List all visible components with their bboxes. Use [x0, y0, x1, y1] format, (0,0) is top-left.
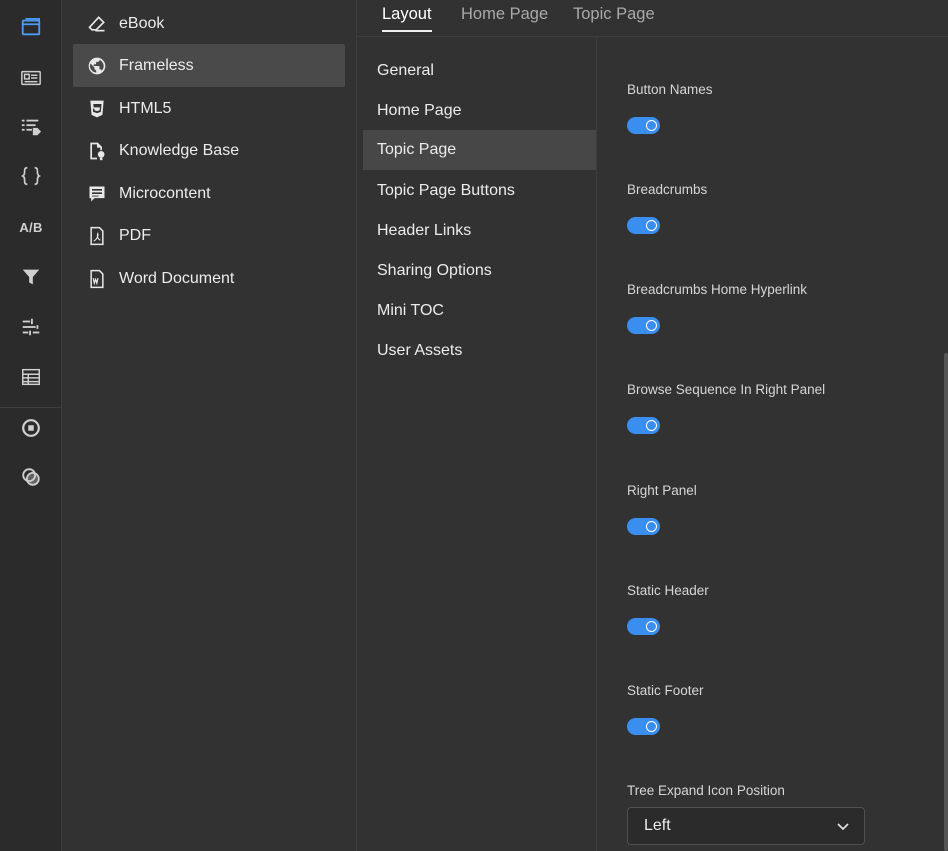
- output-presets-panel: eBook Frameless HTML5 Knowledge Base Mic…: [62, 0, 357, 851]
- subnav-item-mini-toc[interactable]: Mini TOC: [363, 291, 596, 331]
- toggle-knob: [646, 720, 657, 732]
- subnav-item-header-links[interactable]: Header Links: [363, 211, 596, 251]
- subnav-item-topic-page-buttons[interactable]: Topic Page Buttons: [363, 171, 596, 211]
- subnav-item-sharing-options[interactable]: Sharing Options: [363, 251, 596, 291]
- toggle-static-footer[interactable]: [627, 718, 660, 735]
- eraser-icon: [85, 12, 109, 36]
- filter-icon[interactable]: [16, 262, 46, 292]
- output-item-pdf[interactable]: PDF: [73, 214, 345, 257]
- table-icon[interactable]: [16, 362, 46, 392]
- output-list-icon[interactable]: [16, 63, 46, 93]
- setting-label-button-names: Button Names: [627, 82, 713, 97]
- tree-expand-position-select[interactable]: Left: [627, 807, 865, 845]
- globe-icon: [85, 54, 109, 78]
- toggle-breadcrumbs-home-hyperlink[interactable]: [627, 317, 660, 334]
- braces-icon[interactable]: [16, 161, 46, 191]
- toggle-browse-sequence[interactable]: [627, 417, 660, 434]
- setting-label-breadcrumbs-home-hyperlink: Breadcrumbs Home Hyperlink: [627, 282, 808, 297]
- tags-icon[interactable]: [16, 112, 46, 142]
- sliders-icon[interactable]: [16, 312, 46, 342]
- toggle-right-panel[interactable]: [627, 518, 660, 535]
- toggle-knob: [646, 620, 657, 632]
- knowledge-base-icon: [85, 139, 109, 163]
- word-icon: [85, 267, 109, 291]
- output-item-word-document[interactable]: Word Document: [73, 257, 345, 300]
- output-item-frameless[interactable]: Frameless: [73, 44, 345, 87]
- tab-topic-page[interactable]: Topic Page: [573, 5, 655, 32]
- chevron-down-icon: [837, 823, 849, 831]
- ab-test-icon[interactable]: A/B: [16, 212, 46, 242]
- settings-tabs: Layout Home Page Topic Page: [357, 0, 948, 37]
- setting-label-right-panel: Right Panel: [627, 483, 697, 498]
- stop-icon[interactable]: [16, 413, 46, 443]
- toggle-knob: [646, 319, 657, 331]
- active-tab-indicator: [382, 30, 432, 32]
- tab-layout[interactable]: Layout: [382, 5, 432, 32]
- toggle-button-names[interactable]: [627, 117, 660, 134]
- subnav-item-user-assets[interactable]: User Assets: [363, 331, 596, 371]
- window-icon[interactable]: [16, 12, 46, 42]
- setting-label-static-footer: Static Footer: [627, 683, 704, 698]
- toggle-knob: [646, 419, 657, 431]
- icon-rail: A/B: [0, 0, 62, 851]
- subnav-item-general[interactable]: General: [363, 51, 596, 91]
- rail-divider: [0, 407, 61, 408]
- pdf-icon: [85, 224, 109, 248]
- subnav-item-topic-page[interactable]: Topic Page: [363, 130, 596, 170]
- output-item-ebook[interactable]: eBook: [73, 2, 345, 45]
- output-item-knowledge-base[interactable]: Knowledge Base: [73, 129, 345, 172]
- setting-label-breadcrumbs: Breadcrumbs: [627, 182, 708, 197]
- overlap-icon[interactable]: [16, 462, 46, 492]
- layout-subnav: General Home Page Topic Page Topic Page …: [357, 37, 597, 851]
- setting-label-static-header: Static Header: [627, 583, 709, 598]
- output-item-microcontent[interactable]: Microcontent: [73, 172, 345, 215]
- topic-page-settings: Button Names Breadcrumbs Breadcrumbs Hom…: [597, 37, 948, 851]
- toggle-breadcrumbs[interactable]: [627, 217, 660, 234]
- setting-label-browse-sequence: Browse Sequence In Right Panel: [627, 382, 826, 397]
- toggle-static-header[interactable]: [627, 618, 660, 635]
- toggle-knob: [646, 119, 657, 131]
- output-item-html5[interactable]: HTML5: [73, 87, 345, 130]
- toggle-knob: [646, 520, 657, 532]
- subnav-item-home-page[interactable]: Home Page: [363, 91, 596, 131]
- comment-icon: [85, 182, 109, 206]
- tab-home-page[interactable]: Home Page: [461, 5, 548, 32]
- settings-scrollbar[interactable]: [944, 353, 948, 851]
- setting-label-tree-expand-icon-position: Tree Expand Icon Position: [627, 783, 785, 798]
- toggle-knob: [646, 219, 657, 231]
- html5-icon: [85, 97, 109, 121]
